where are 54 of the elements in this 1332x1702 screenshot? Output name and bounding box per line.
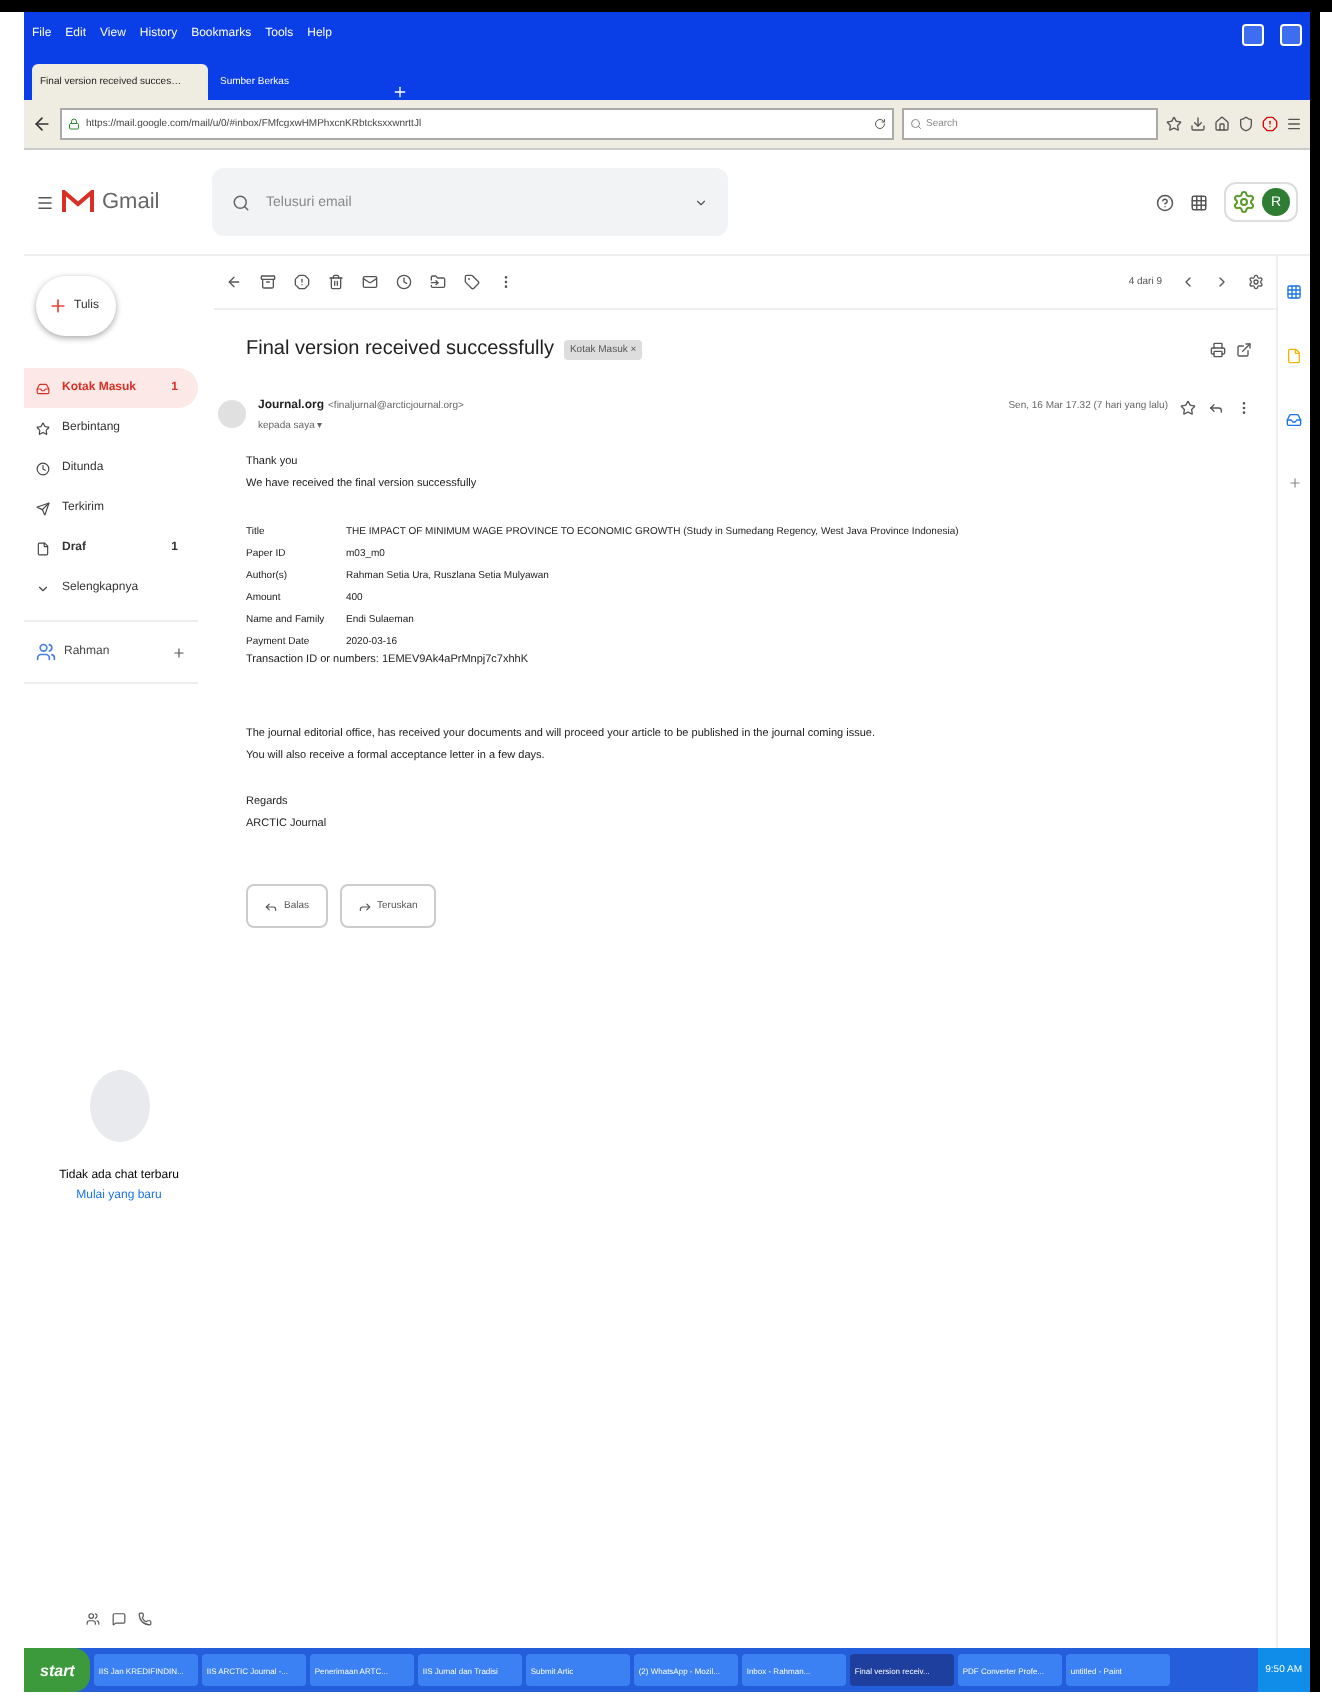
email-subject: Final version received successfully (246, 338, 554, 360)
plus-icon (48, 296, 68, 316)
clock-icon (396, 274, 412, 290)
gmail-logo-text: Gmail (102, 190, 160, 214)
clock-icon (36, 461, 50, 475)
settings-icon (1248, 274, 1264, 290)
gmail-logo-icon (62, 190, 94, 214)
start-button[interactable]: start (24, 1648, 91, 1692)
folder-icon (430, 274, 446, 290)
stop-icon (1262, 116, 1278, 132)
archive-icon (260, 274, 276, 290)
minimize-button[interactable] (1242, 23, 1264, 45)
search-icon (232, 193, 250, 211)
plus-icon (392, 84, 408, 100)
printer-icon (1210, 341, 1226, 357)
plus-icon (172, 645, 186, 659)
lock-icon (68, 118, 80, 130)
phone-icon (138, 1611, 152, 1625)
star-icon (1166, 116, 1182, 132)
star-icon (1180, 400, 1196, 416)
file-icon (36, 541, 50, 555)
maximize-button[interactable] (1280, 23, 1302, 45)
chevron-down-icon (36, 581, 50, 595)
shield-icon (1238, 116, 1254, 132)
apps-grid-icon (1190, 193, 1208, 211)
back-icon (32, 114, 52, 134)
note-icon (1286, 348, 1302, 364)
reply-icon (264, 899, 278, 913)
menu-icon (1286, 116, 1302, 132)
chevron-right-icon (1214, 274, 1230, 290)
tag-icon (464, 274, 480, 290)
search-icon (910, 118, 922, 130)
trash-icon (328, 274, 344, 290)
star-icon (36, 421, 50, 435)
plus-icon (1287, 476, 1301, 490)
reply-icon (1208, 400, 1224, 416)
reload-icon (874, 118, 886, 130)
send-icon (36, 501, 50, 515)
forward-icon (357, 899, 372, 913)
inbox-icon (36, 381, 50, 395)
external-link-icon (1236, 341, 1252, 357)
chat-icon (112, 1611, 126, 1625)
menu-icon (36, 193, 54, 211)
back-icon (226, 274, 242, 290)
mail-icon (362, 274, 378, 290)
spam-icon (294, 274, 310, 290)
home-icon (1214, 116, 1230, 132)
sender-avatar (218, 400, 246, 428)
caret-icon (694, 195, 708, 209)
chevron-left-icon (1180, 274, 1196, 290)
user-icon (36, 642, 56, 662)
gear-icon (1232, 190, 1256, 214)
help-icon (1156, 193, 1174, 211)
download-icon (1190, 116, 1206, 132)
